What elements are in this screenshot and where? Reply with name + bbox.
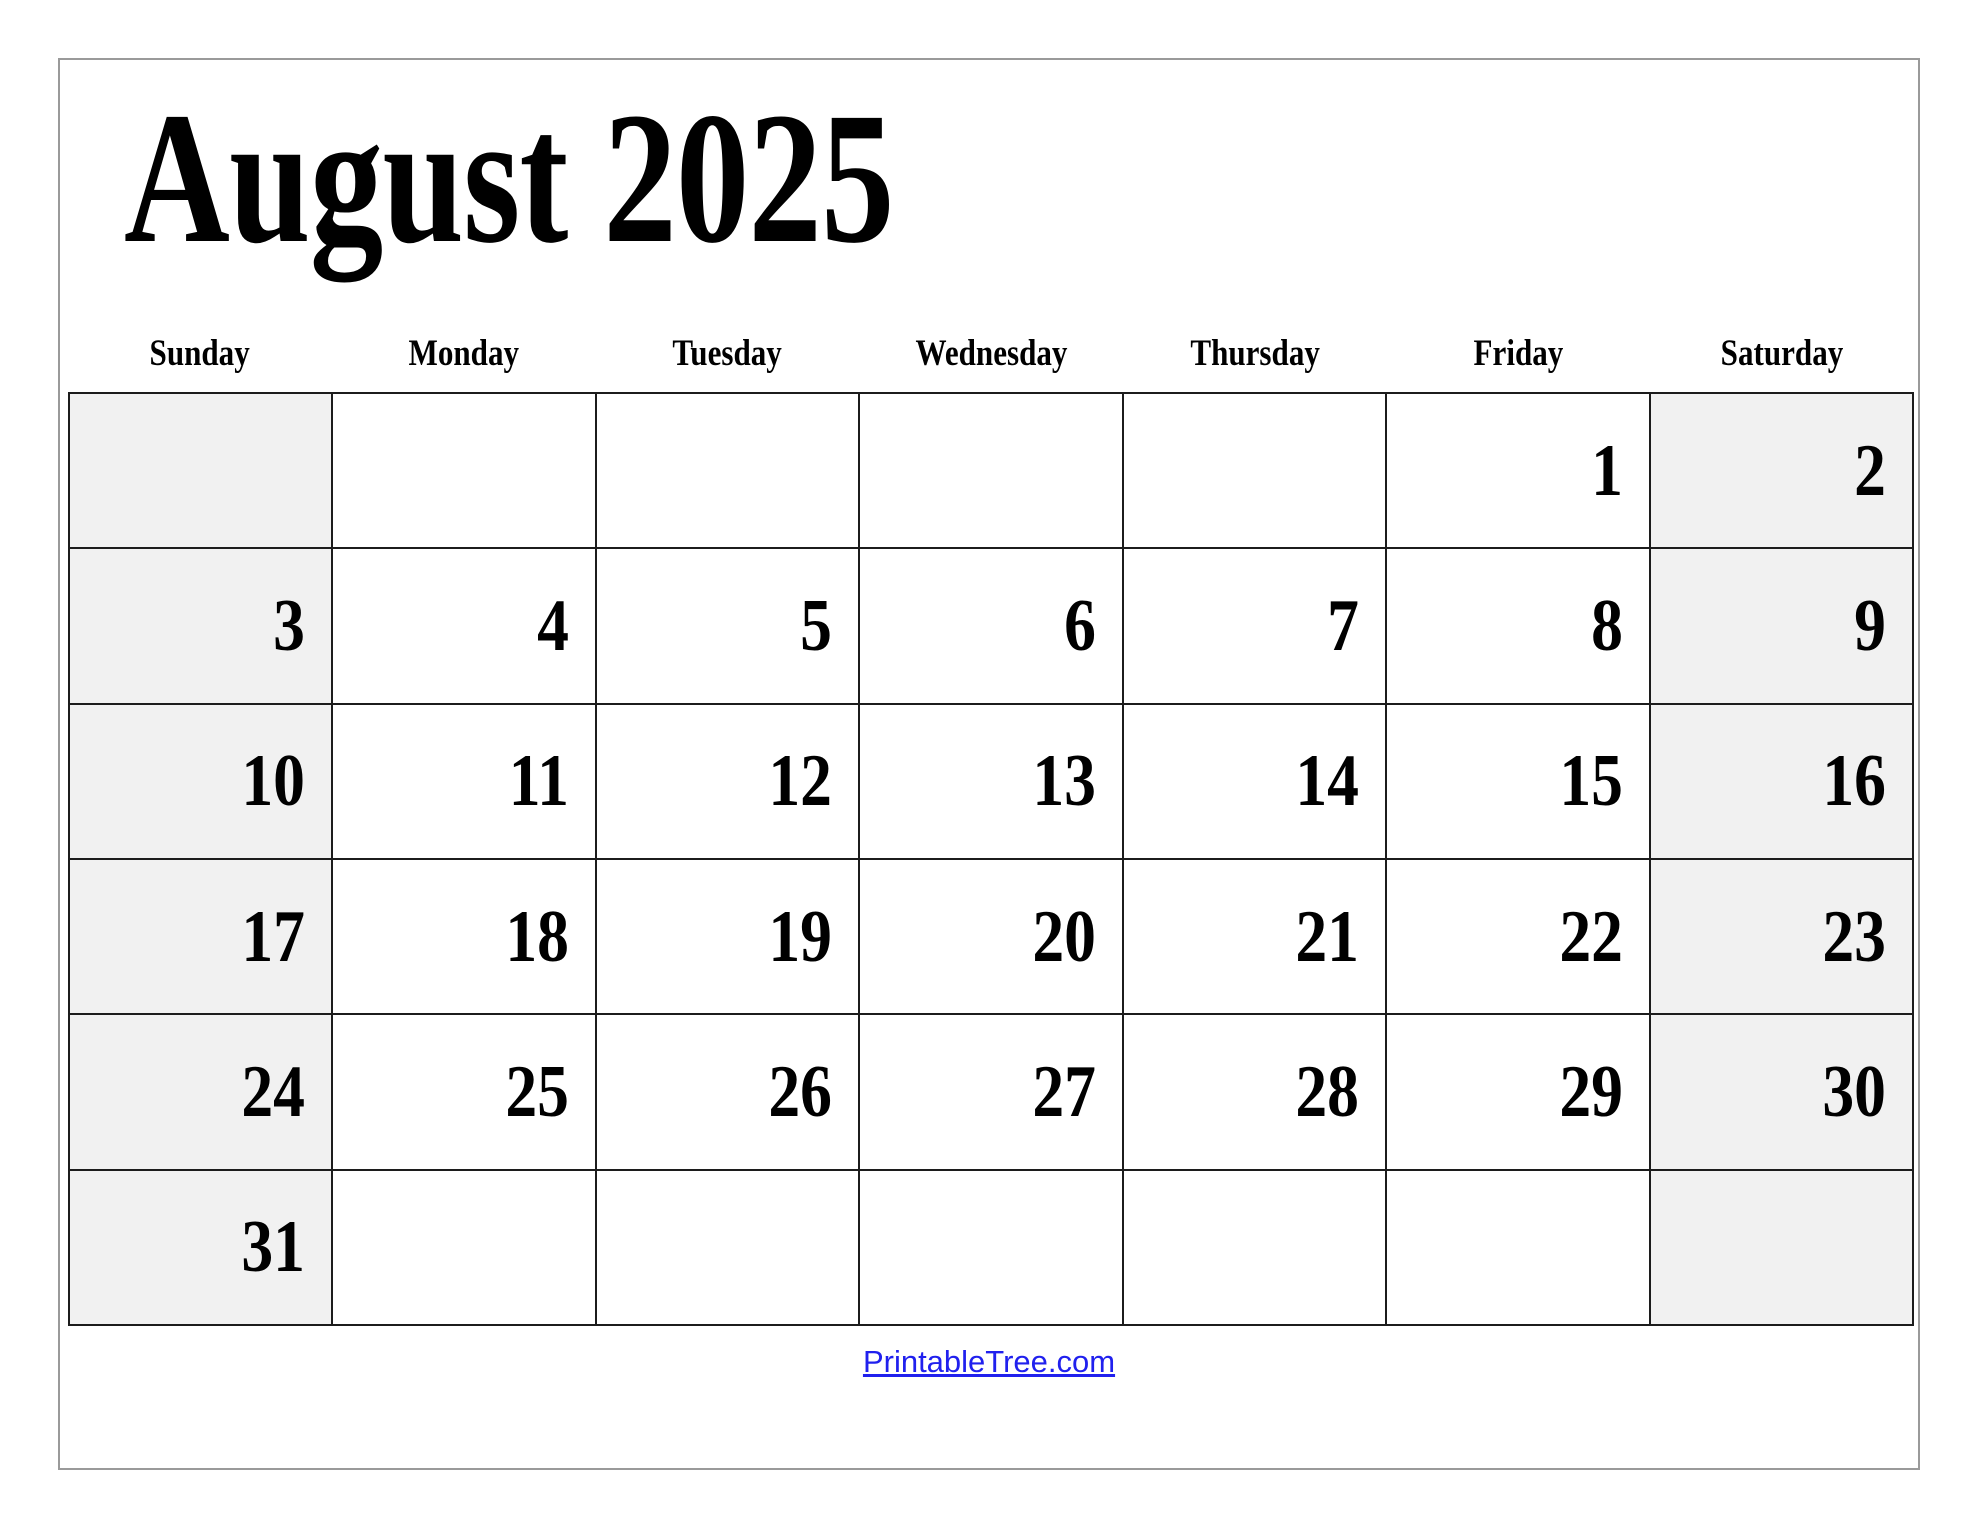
day-cell[interactable]: 19 [594, 857, 861, 1016]
calendar-week-row: 1 2 [67, 391, 1915, 550]
weekday-header-row: Sunday Monday Tuesday Wednesday Thursday… [68, 332, 1914, 375]
day-number: 14 [1295, 740, 1360, 823]
day-cell[interactable] [331, 1168, 597, 1327]
day-number: 19 [768, 895, 833, 978]
day-cell[interactable]: 26 [594, 1013, 861, 1171]
day-cell[interactable]: 9 [1648, 547, 1915, 705]
day-cell[interactable] [67, 391, 334, 550]
day-cell[interactable]: 4 [331, 547, 597, 705]
day-number: 8 [1590, 584, 1623, 667]
day-number: 15 [1558, 740, 1623, 823]
day-number: 22 [1558, 895, 1623, 978]
day-cell[interactable]: 30 [1648, 1013, 1915, 1171]
calendar-week-row: 3 4 5 6 7 8 9 [67, 547, 1915, 705]
printabletree-link[interactable]: PrintableTree.com [863, 1344, 1115, 1379]
day-number: 3 [273, 584, 306, 667]
calendar-page: August 2025 Sunday Monday Tuesday Wednes… [58, 58, 1920, 1470]
calendar-week-row: 24 25 26 27 28 29 30 [67, 1013, 1915, 1171]
day-cell[interactable]: 18 [331, 857, 597, 1016]
day-number: 29 [1558, 1050, 1623, 1133]
footer: PrintableTree.com [60, 1344, 1918, 1380]
weekday-header-saturday: Saturday [1650, 332, 1914, 375]
day-cell[interactable] [1121, 1168, 1388, 1327]
day-number: 7 [1327, 584, 1360, 667]
day-cell[interactable]: 2 [1648, 391, 1915, 550]
day-number: 10 [241, 740, 306, 823]
day-number: 4 [537, 584, 569, 667]
day-cell[interactable] [594, 391, 861, 550]
day-number: 30 [1822, 1050, 1886, 1133]
day-number: 25 [505, 1050, 569, 1133]
day-cell[interactable]: 21 [1121, 857, 1388, 1016]
weekday-header-monday: Monday [332, 332, 596, 375]
weekday-label: Saturday [1720, 333, 1844, 374]
day-number: 13 [1032, 740, 1096, 823]
day-cell[interactable]: 29 [1385, 1013, 1651, 1171]
day-number: 24 [241, 1050, 306, 1133]
day-number: 5 [800, 584, 833, 667]
weekday-header-sunday: Sunday [68, 332, 332, 375]
calendar-week-row: 17 18 19 20 21 22 23 [67, 857, 1915, 1016]
day-cell[interactable]: 22 [1385, 857, 1651, 1016]
day-cell[interactable]: 7 [1121, 547, 1388, 705]
weekday-label: Sunday [149, 333, 250, 374]
day-number: 16 [1822, 740, 1886, 823]
day-number: 17 [241, 895, 306, 978]
weekday-label: Thursday [1189, 333, 1320, 374]
day-cell[interactable]: 6 [858, 547, 1124, 705]
calendar-week-row: 10 11 12 13 14 15 16 [67, 702, 1915, 860]
day-number: 23 [1822, 895, 1886, 978]
day-cell[interactable]: 3 [67, 547, 334, 705]
day-cell[interactable]: 8 [1385, 547, 1651, 705]
day-cell[interactable]: 16 [1648, 702, 1915, 860]
day-cell[interactable]: 27 [858, 1013, 1124, 1171]
day-cell[interactable]: 5 [594, 547, 861, 705]
day-number: 11 [508, 740, 569, 823]
weekday-header-wednesday: Wednesday [859, 332, 1123, 375]
day-cell[interactable] [858, 391, 1124, 550]
day-number: 18 [505, 895, 569, 978]
day-cell[interactable] [594, 1168, 861, 1327]
weekday-header-friday: Friday [1387, 332, 1651, 375]
day-cell[interactable]: 10 [67, 702, 334, 860]
day-cell[interactable] [858, 1168, 1124, 1327]
day-cell[interactable]: 14 [1121, 702, 1388, 860]
day-cell[interactable] [1385, 1168, 1651, 1327]
calendar-week-row: 31 [67, 1168, 1915, 1327]
day-number: 20 [1032, 895, 1096, 978]
day-cell[interactable]: 20 [858, 857, 1124, 1016]
weekday-label: Friday [1473, 333, 1564, 374]
day-cell[interactable]: 1 [1385, 391, 1651, 550]
day-cell[interactable]: 15 [1385, 702, 1651, 860]
day-cell[interactable]: 11 [331, 702, 597, 860]
day-number: 28 [1295, 1050, 1360, 1133]
weekday-label: Tuesday [672, 333, 783, 374]
weekday-header-thursday: Thursday [1123, 332, 1387, 375]
day-cell[interactable]: 24 [67, 1013, 334, 1171]
day-number: 6 [1063, 584, 1096, 667]
day-cell[interactable] [1121, 391, 1388, 550]
day-cell[interactable]: 31 [67, 1168, 334, 1327]
page-title: August 2025 [124, 73, 894, 282]
weekday-label: Wednesday [915, 333, 1068, 374]
day-number: 1 [1590, 429, 1623, 512]
day-cell[interactable]: 12 [594, 702, 861, 860]
day-number: 26 [768, 1050, 833, 1133]
day-number: 31 [241, 1206, 306, 1289]
day-cell[interactable] [1648, 1168, 1915, 1327]
day-cell[interactable]: 25 [331, 1013, 597, 1171]
day-number: 12 [768, 740, 833, 823]
day-cell[interactable]: 28 [1121, 1013, 1388, 1171]
day-cell[interactable] [331, 391, 597, 550]
day-number: 2 [1854, 429, 1886, 512]
calendar-grid: 1 2 3 4 5 6 7 8 9 10 11 12 13 14 15 16 1… [67, 391, 1915, 1327]
day-number: 21 [1295, 895, 1360, 978]
day-cell[interactable]: 17 [67, 857, 334, 1016]
weekday-header-tuesday: Tuesday [595, 332, 859, 375]
day-cell[interactable]: 13 [858, 702, 1124, 860]
weekday-label: Monday [408, 333, 519, 374]
day-number: 27 [1032, 1050, 1096, 1133]
day-number: 9 [1854, 584, 1886, 667]
day-cell[interactable]: 23 [1648, 857, 1915, 1016]
